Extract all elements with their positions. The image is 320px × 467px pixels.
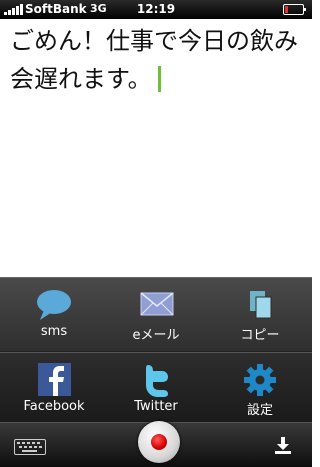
- facebook-label: Facebook: [23, 399, 85, 414]
- copy-label: コピー: [240, 328, 280, 343]
- keyboard-icon[interactable]: [14, 439, 46, 455]
- battery-icon: [283, 4, 306, 15]
- settings-label: 設定: [246, 403, 273, 418]
- envelope-icon: [140, 292, 174, 316]
- email-label: eメール: [132, 328, 180, 343]
- twitter-label: Twitter: [134, 399, 178, 414]
- facebook-button[interactable]: Facebook: [2, 353, 106, 425]
- sms-label: sms: [40, 324, 68, 339]
- copy-icon: [250, 291, 272, 319]
- status-bar: SoftBank 3G 12:19: [0, 0, 312, 19]
- sms-bubble-icon: [37, 290, 71, 320]
- twitter-button[interactable]: Twitter: [104, 353, 208, 425]
- gear-icon: [244, 364, 276, 396]
- twitter-icon: [146, 365, 168, 397]
- facebook-icon: [38, 363, 71, 396]
- copy-button[interactable]: コピー: [208, 278, 312, 350]
- note-text: ごめん！仕事で今日の飲み会遅れます。: [10, 27, 298, 93]
- sms-button[interactable]: sms: [2, 278, 106, 350]
- record-button[interactable]: [138, 421, 180, 463]
- clock: 12:19: [136, 2, 176, 16]
- record-icon: [151, 434, 167, 450]
- email-button[interactable]: eメール: [104, 278, 208, 350]
- note-text-area[interactable]: ごめん！仕事で今日の飲み会遅れます。: [10, 22, 305, 98]
- text-cursor: [157, 66, 161, 92]
- settings-button[interactable]: 設定: [208, 353, 312, 425]
- bottom-toolbar: [0, 421, 312, 467]
- share-panel: sms eメール コピー Facebook Twitter 設定: [0, 277, 312, 423]
- panel-divider: [0, 351, 312, 352]
- download-icon[interactable]: [274, 436, 292, 454]
